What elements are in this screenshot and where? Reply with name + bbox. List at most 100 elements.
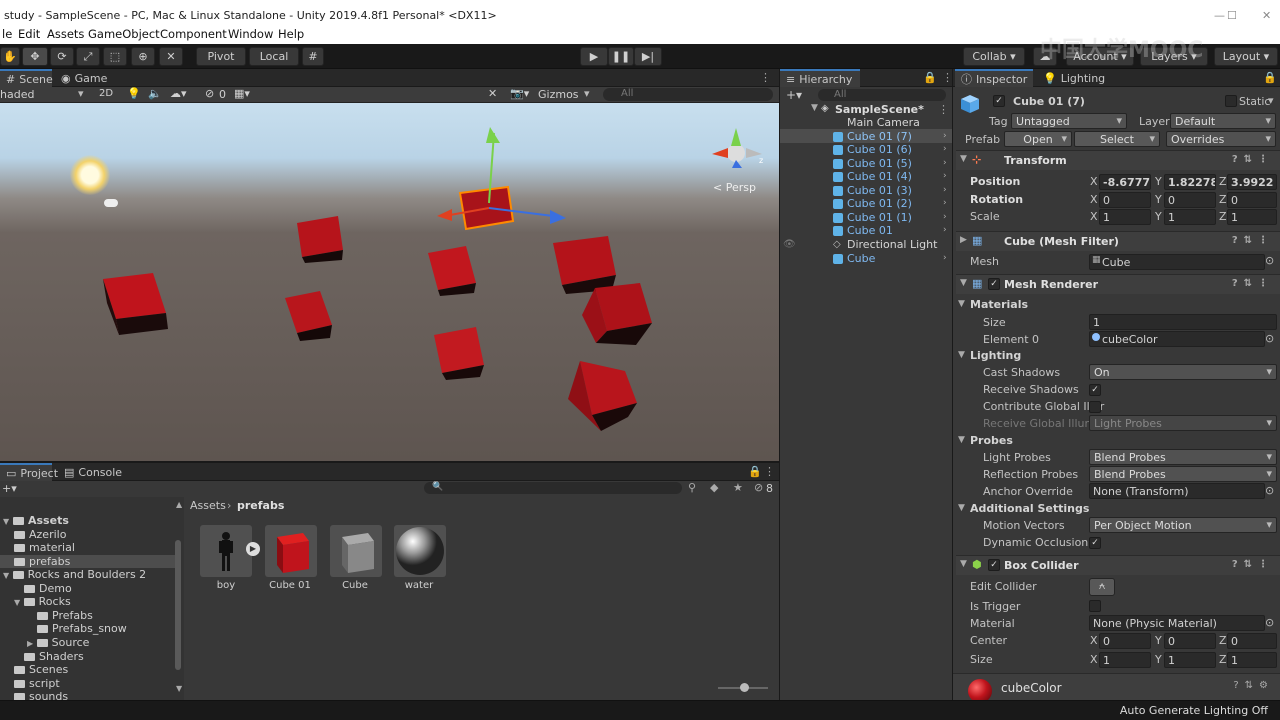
hierarchy-item-cube-01-3[interactable]: Cube 01 (3)	[847, 184, 912, 197]
size-y-field[interactable]: 1	[1164, 652, 1216, 668]
component-tools-icon[interactable]: ?⇅⋮	[1232, 154, 1274, 165]
component-tools-icon[interactable]: ?⇅⋮	[1232, 235, 1274, 246]
tree-item[interactable]: material	[14, 541, 75, 554]
layer-dropdown[interactable]: Default	[1170, 113, 1276, 129]
static-checkbox[interactable]	[1225, 95, 1237, 107]
motion-vectors-dropdown[interactable]: Per Object Motion	[1089, 517, 1277, 533]
move-tool-icon[interactable]: ✥	[22, 47, 48, 66]
size-x-field[interactable]: 1	[1099, 652, 1151, 668]
prefab-arrow-icon[interactable]: ›	[943, 131, 947, 141]
grid-toggle-icon[interactable]: ▦▾	[234, 87, 250, 100]
cube[interactable]	[434, 327, 484, 380]
play-button[interactable]: ▶	[580, 47, 608, 66]
asset-cube-thumbnail[interactable]	[330, 525, 382, 577]
tab-console[interactable]: ▤ Console	[58, 463, 128, 481]
project-lock-icon[interactable]: 🔒	[748, 465, 762, 478]
position-y-field[interactable]: 1.822783	[1164, 174, 1216, 190]
tree-scrollbar[interactable]	[175, 540, 181, 670]
material-preview-header[interactable]: cubeColor ?⇅⚙	[953, 673, 1280, 703]
tag-dropdown[interactable]: Untagged	[1011, 113, 1127, 129]
tree-item[interactable]: ▼ Assets	[3, 514, 69, 527]
asset-boy-thumbnail[interactable]	[200, 525, 252, 577]
orientation-gizmo-icon[interactable]: z	[706, 118, 768, 173]
project-search-input[interactable]: 🔍	[424, 482, 682, 494]
menu-file[interactable]: le	[2, 27, 12, 41]
hierarchy-item-directional-light[interactable]: Directional Light	[847, 238, 937, 251]
pivot-toggle[interactable]: Pivot	[196, 47, 246, 66]
tree-item[interactable]: Prefabs_snow	[37, 622, 127, 635]
tree-item[interactable]: sounds	[14, 690, 68, 700]
open-prefab-button[interactable]: Open	[1004, 131, 1072, 147]
tab-project[interactable]: ▭ Project	[0, 463, 58, 481]
tree-item[interactable]: ▼ Rocks	[14, 595, 71, 608]
rotation-z-field[interactable]: 0	[1227, 192, 1277, 208]
scroll-down-icon[interactable]: ▼	[176, 684, 182, 693]
panel-menu-icon[interactable]: ⋮	[760, 71, 771, 84]
transform-header[interactable]: ▼ ⊹ Transform ?⇅⋮	[956, 150, 1280, 170]
project-create-button[interactable]: +▾	[2, 482, 17, 495]
mesh-renderer-header[interactable]: ▼ ▦ ✓ Mesh Renderer ?⇅⋮	[956, 274, 1280, 294]
play-preview-icon[interactable]: ▶	[246, 542, 260, 556]
object-picker-icon[interactable]: ⊙	[1265, 254, 1274, 267]
mesh-filter-header[interactable]: ▶ ▦ Cube (Mesh Filter) ?⇅⋮	[956, 231, 1280, 251]
hierarchy-item-cube-01-7[interactable]: Cube 01 (7)	[847, 130, 912, 143]
prefab-arrow-icon[interactable]: ›	[943, 158, 947, 168]
tab-inspector[interactable]: ⓘ Inspector	[955, 69, 1033, 87]
tree-item[interactable]: Demo	[24, 582, 72, 595]
cube[interactable]	[428, 246, 476, 296]
cube[interactable]	[568, 361, 637, 431]
asset-cube01-thumbnail[interactable]	[265, 525, 317, 577]
hidden-packages-icon[interactable]: ⊘	[754, 481, 763, 494]
hierarchy-menu-icon[interactable]: ⋮	[942, 71, 953, 84]
static-dropdown-icon[interactable]: ▾	[1268, 94, 1274, 107]
local-toggle[interactable]: Local	[249, 47, 299, 66]
hierarchy-item-main-camera[interactable]: Main Camera	[847, 116, 920, 129]
component-tools-icon[interactable]: ?⇅⋮	[1232, 278, 1274, 289]
prefab-arrow-icon[interactable]: ›	[943, 198, 947, 208]
scale-y-field[interactable]: 1	[1164, 209, 1216, 225]
active-checkbox[interactable]: ✓	[993, 95, 1005, 107]
additional-settings-section[interactable]: Additional Settings	[970, 502, 1089, 515]
rect-tool-icon[interactable]: ⬚	[103, 47, 127, 66]
box-collider-enabled-checkbox[interactable]: ✓	[988, 559, 1000, 571]
anchor-override-field[interactable]: None (Transform)	[1089, 483, 1265, 499]
component-tools-icon[interactable]: ?⇅⚙	[1233, 680, 1274, 691]
breadcrumb-assets[interactable]: Assets	[190, 499, 226, 512]
foldout-arrow-icon[interactable]: ▼	[958, 299, 965, 309]
position-x-field[interactable]: -8.67779	[1099, 174, 1151, 190]
receive-shadows-checkbox[interactable]: ✓	[1089, 384, 1101, 396]
visibility-eye-icon[interactable]: 👁	[783, 239, 796, 250]
element0-field[interactable]: cubeColor	[1089, 331, 1265, 347]
scene-viewport[interactable]: z < Persp	[0, 103, 779, 461]
grid-snap-icon[interactable]: #	[302, 47, 324, 66]
breadcrumb-prefabs[interactable]: prefabs	[237, 499, 284, 512]
maximize-icon[interactable]: ☐	[1227, 9, 1237, 22]
object-picker-icon[interactable]: ⊙	[1265, 332, 1274, 345]
materials-size-field[interactable]: 1	[1089, 314, 1277, 330]
collider-material-field[interactable]: None (Physic Material)	[1089, 615, 1265, 631]
rotate-tool-icon[interactable]: ⟳	[50, 47, 74, 66]
tree-item[interactable]: Shaders	[24, 650, 84, 663]
lock-icon[interactable]: 🔒	[923, 71, 937, 84]
hierarchy-item-cube-01-2[interactable]: Cube 01 (2)	[847, 197, 912, 210]
search-by-label-icon[interactable]: ◆	[710, 481, 718, 494]
pause-button[interactable]: ❚❚	[608, 47, 634, 66]
scale-x-field[interactable]: 1	[1099, 209, 1151, 225]
transform-tool-icon[interactable]: ⊕	[131, 47, 155, 66]
overrides-dropdown[interactable]: Overrides	[1166, 131, 1276, 147]
contribute-gi-checkbox[interactable]	[1089, 401, 1101, 413]
cube[interactable]	[553, 236, 616, 294]
search-by-type-icon[interactable]: ⚲	[688, 481, 696, 494]
scene-name[interactable]: SampleScene*	[835, 103, 924, 116]
menu-gameobject[interactable]: GameObject	[88, 27, 160, 41]
effects-toggle-icon[interactable]: ☁▾	[170, 87, 187, 100]
lighting-toggle-icon[interactable]: 💡	[127, 87, 141, 100]
tree-item[interactable]: Azerilo	[14, 528, 66, 541]
center-z-field[interactable]: 0	[1227, 633, 1277, 649]
cube[interactable]	[582, 283, 652, 345]
hierarchy-item-cube-01[interactable]: Cube 01	[847, 224, 893, 237]
hierarchy-item-cube[interactable]: Cube	[847, 252, 875, 265]
mesh-field[interactable]: Cube	[1089, 254, 1265, 270]
favorite-icon[interactable]: ★	[733, 481, 743, 494]
foldout-arrow-icon[interactable]: ▼	[958, 350, 965, 360]
